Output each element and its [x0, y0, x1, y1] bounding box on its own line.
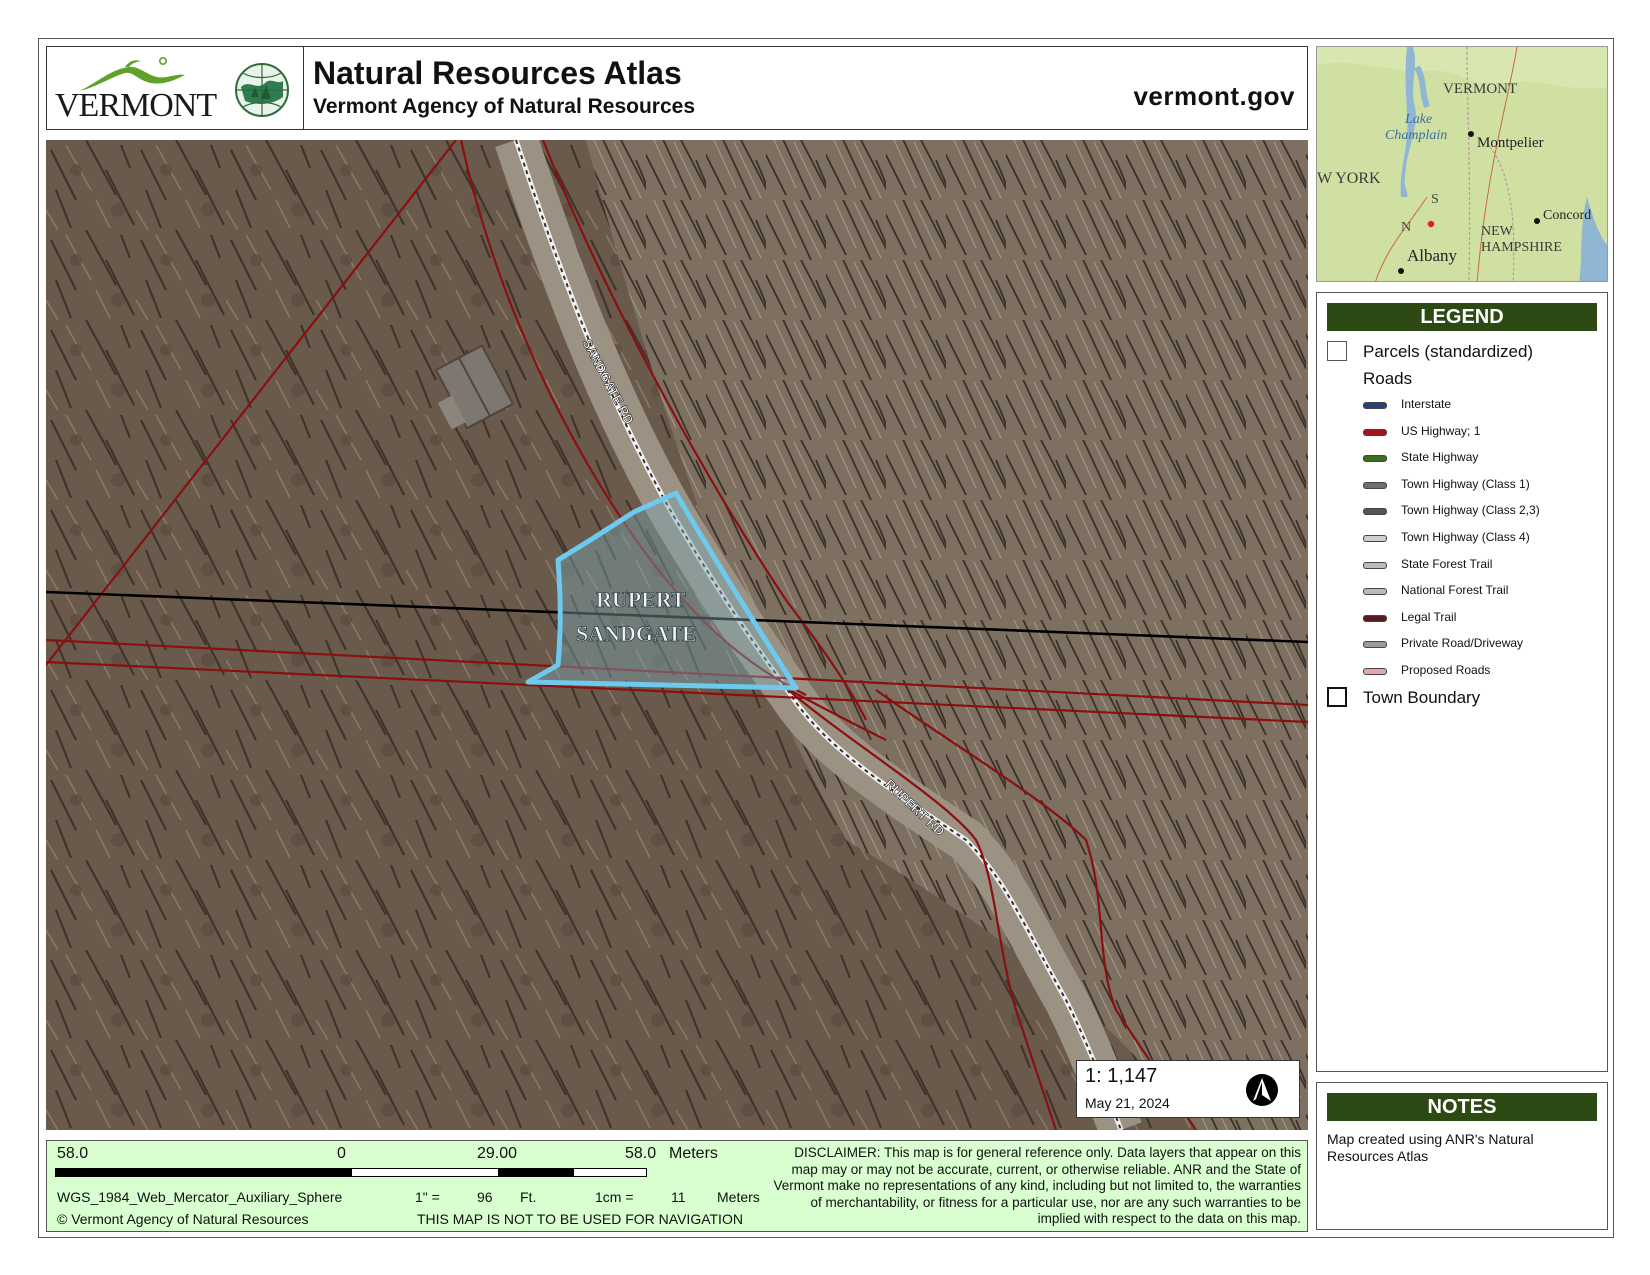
locator-label-s: S	[1431, 192, 1439, 207]
legend-item-label: State Highway	[1401, 450, 1479, 465]
legend-item-label: Legal Trail	[1401, 609, 1457, 624]
legend-item-label: Proposed Roads	[1401, 663, 1491, 677]
legend-item-label: Town Highway (Class 1)	[1401, 476, 1530, 491]
page-title: Natural Resources Atlas	[313, 55, 682, 91]
locator-label-albany: Albany	[1407, 246, 1458, 265]
north-arrow-icon	[1246, 1074, 1278, 1106]
legend-line-swatch	[1363, 588, 1387, 596]
inch-value: 96	[477, 1189, 493, 1205]
town-boundary-swatch	[1327, 687, 1347, 707]
legend-town-boundary: Town Boundary	[1363, 688, 1481, 707]
scale-bar-segment-2	[499, 1168, 573, 1177]
legend-line-swatch	[1363, 428, 1387, 436]
legend-line-swatch	[1363, 535, 1387, 542]
locator-map[interactable]: VERMONT Lake Champlain Montpelier W YORK…	[1316, 46, 1608, 282]
site-link[interactable]: vermont.gov	[1133, 81, 1295, 112]
parcels-swatch	[1327, 341, 1347, 361]
town-label-rupert: RUPERT	[596, 587, 686, 612]
cm-value: 11	[671, 1189, 686, 1205]
notes-panel: NOTES Map created using ANR's Natural Re…	[1316, 1082, 1608, 1230]
locator-label-hampshire: HAMPSHIRE	[1481, 240, 1562, 255]
legend-item-label: Private Road/Driveway	[1401, 636, 1524, 651]
legend-roads: Roads	[1363, 369, 1413, 388]
locator-label-n: N	[1401, 220, 1411, 235]
scale-label-zero: 0	[337, 1145, 346, 1162]
anr-seal-icon	[235, 63, 289, 117]
inch-label: 1" =	[415, 1189, 440, 1205]
notes-text: Map created using ANR's Natural Resource…	[1327, 1131, 1534, 1164]
legend-line-swatch	[1363, 455, 1387, 463]
locator-label-vermont: VERMONT	[1443, 81, 1517, 97]
scale-box: 1: 1,147 May 21, 2024	[1076, 1060, 1300, 1118]
notes-title: NOTES	[1327, 1093, 1597, 1121]
copyright-text: © Vermont Agency of Natural Resources	[57, 1211, 309, 1227]
legend-line-swatch	[1363, 561, 1387, 569]
locator-label-new: NEW	[1481, 224, 1514, 239]
legend-item-label: Interstate	[1401, 397, 1452, 411]
locator-label-new-york: W YORK	[1317, 170, 1381, 187]
footer: 58.0 0 29.00 58.0 Meters WGS_1984_Web_Me…	[46, 1140, 1308, 1232]
legend-line-swatch	[1363, 508, 1387, 516]
scale-label-right: 58.0	[625, 1145, 657, 1162]
legend-item-label: National Forest Trail	[1401, 583, 1509, 598]
locator-label-montpelier: Montpelier	[1477, 135, 1544, 151]
projection-text: WGS_1984_Web_Mercator_Auxiliary_Sphere	[57, 1189, 343, 1205]
legend-item-label: US Highway; 1	[1401, 423, 1481, 438]
cm-units: Meters	[717, 1189, 760, 1205]
cm-label: 1cm =	[595, 1189, 634, 1205]
disclaimer-text: DISCLAIMER: This map is for general refe…	[773, 1145, 1301, 1226]
legend-line-swatch	[1363, 614, 1387, 622]
locator-label-champlain: Champlain	[1385, 128, 1447, 143]
header: VERMONT Natural Resources Atlas Vermont …	[46, 46, 1308, 130]
scale-label-mid: 29.00	[477, 1145, 518, 1162]
legend-title: LEGEND	[1327, 303, 1597, 331]
legend-item-label: Town Highway (Class 4)	[1401, 530, 1530, 544]
scale-bar-segment-3	[573, 1168, 647, 1177]
inch-units: Ft.	[520, 1189, 537, 1205]
scale-label-left: 58.0	[57, 1145, 89, 1162]
legend-parcels: Parcels (standardized)	[1363, 342, 1534, 361]
navigation-warning: THIS MAP IS NOT TO BE USED FOR NAVIGATIO…	[417, 1211, 743, 1227]
page-subtitle: Vermont Agency of Natural Resources	[313, 95, 695, 118]
legend-line-swatch	[1363, 641, 1387, 649]
locator-label-lake: Lake	[1404, 112, 1432, 127]
main-map[interactable]: RUPERT SANDGATE SANDGATE RD RUPERT RD	[46, 140, 1308, 1130]
legend-item-label: State Forest Trail	[1401, 556, 1493, 571]
logo-text: VERMONT	[55, 87, 217, 124]
legend-line-swatch	[1363, 668, 1387, 675]
town-label-sandgate: SANDGATE	[576, 621, 697, 646]
scale-units: Meters	[669, 1145, 718, 1162]
vermont-logo: VERMONT	[47, 47, 304, 129]
scale-bar-segment-1	[351, 1168, 499, 1177]
scale-bar-left	[55, 1168, 351, 1177]
map-scale: 1: 1,147	[1085, 1065, 1158, 1087]
map-date: May 21, 2024	[1085, 1095, 1170, 1111]
legend-item-label: Town Highway (Class 2,3)	[1401, 503, 1540, 518]
locator-label-concord: Concord	[1543, 208, 1591, 223]
legend-panel: LEGEND Parcels (standardized) Roads Town…	[1316, 292, 1608, 1072]
legend-line-swatch	[1363, 402, 1387, 409]
legend-line-swatch	[1363, 481, 1387, 489]
